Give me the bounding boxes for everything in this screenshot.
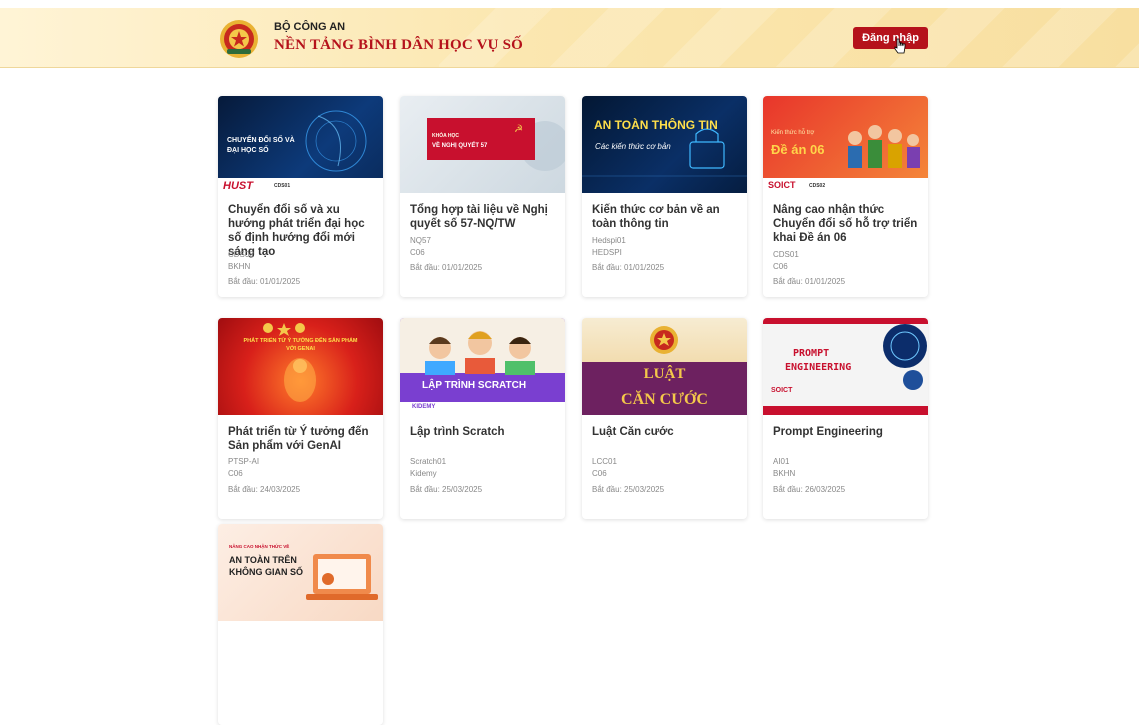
- platform-name[interactable]: NỀN TẢNG BÌNH DÂN HỌC VỤ SỐ: [274, 37, 523, 54]
- thumb-tag: CDS02: [809, 183, 826, 189]
- course-org: Kidemy: [410, 469, 437, 478]
- course-code: CDS02: [228, 250, 254, 259]
- course-thumbnail: PHÁT TRIỂN TỪ Ý TƯỞNG ĐẾN SẢN PHẨM VỚI G…: [218, 318, 383, 415]
- course-code: AI01: [773, 457, 790, 466]
- thumb-brand: SOICT: [771, 387, 793, 394]
- course-thumbnail: LẬP TRÌNH SCRATCH KIDEMY: [400, 318, 565, 415]
- police-emblem-logo[interactable]: [219, 19, 259, 59]
- thumb-brand: KIDEMY: [412, 404, 436, 410]
- course-org: C06: [592, 469, 607, 478]
- course-org: C06: [228, 469, 243, 478]
- thumb-brand: HUST: [223, 180, 253, 192]
- course-start-date: Bắt đầu: 24/03/2025: [228, 485, 301, 494]
- course-title[interactable]: Luật Căn cước: [592, 425, 740, 439]
- thumb-small: KHÓA HỌC: [432, 133, 460, 139]
- thumb-sub: VỚI GENAI: [286, 346, 315, 352]
- header-decoration: [439, 8, 1139, 67]
- course-start-date: Bắt đầu: 26/03/2025: [773, 485, 846, 494]
- course-start-date: Bắt đầu: 01/01/2025: [773, 277, 846, 286]
- org-name: BỘ CÔNG AN: [274, 21, 346, 33]
- course-thumbnail: AN TOÀN THÔNG TIN Các kiến thức cơ bản: [582, 96, 747, 193]
- course-thumbnail: Kiến thức hỗ trợ Đề án 06 SOICT CDS02: [763, 96, 928, 193]
- thumb-main: PHÁT TRIỂN TỪ Ý TƯỞNG ĐẾN SẢN PHẨM: [243, 338, 358, 344]
- thumb-main: AN TOÀN THÔNG TIN: [594, 118, 718, 132]
- thumb-brand: SOICT: [768, 180, 796, 190]
- thumb-tag: CDS01: [274, 183, 291, 189]
- course-card[interactable]: NÂNG CAO NHẬN THỨC VỀ AN TOÀN TRÊN KHÔNG…: [218, 524, 383, 725]
- course-title[interactable]: Kiến thức cơ bản về an toàn thông tin: [592, 203, 740, 231]
- thumb-main: LẬP TRÌNH SCRATCH: [422, 380, 527, 391]
- site-header: BỘ CÔNG AN NỀN TẢNG BÌNH DÂN HỌC VỤ SỐ Đ…: [0, 8, 1139, 68]
- course-code: NQ57: [410, 236, 431, 245]
- course-start-date: Bắt đầu: 01/01/2025: [410, 263, 483, 272]
- course-code: Hedspi01: [592, 236, 626, 245]
- thumb-main: VỀ NGHỊ QUYẾT 57: [432, 143, 488, 149]
- course-start-date: Bắt đầu: 01/01/2025: [228, 277, 301, 286]
- course-thumbnail: LUẬT CĂN CƯỚC: [582, 318, 747, 415]
- course-title[interactable]: Prompt Engineering: [773, 425, 921, 439]
- svg-text:☭: ☭: [514, 124, 523, 135]
- course-start-date: Bắt đầu: 01/01/2025: [592, 263, 665, 272]
- course-org: HEDSPI: [592, 248, 622, 257]
- thumb-small: Kiến thức hỗ trợ: [771, 130, 815, 136]
- course-card[interactable]: LẬP TRÌNH SCRATCH KIDEMY Lập trình Scrat…: [400, 318, 565, 519]
- thumb-line2: CĂN CƯỚC: [621, 391, 708, 408]
- course-card[interactable]: AN TOÀN THÔNG TIN Các kiến thức cơ bản K…: [582, 96, 747, 297]
- thumb-line2: KHÔNG GIAN SỐ: [229, 567, 304, 577]
- login-button[interactable]: Đăng nhập: [853, 27, 928, 49]
- course-card[interactable]: PHÁT TRIỂN TỪ Ý TƯỞNG ĐẾN SẢN PHẨM VỚI G…: [218, 318, 383, 519]
- thumb-line1: LUẬT: [643, 366, 686, 382]
- course-title[interactable]: Lập trình Scratch: [410, 425, 558, 439]
- thumb-main: Đề án 06: [771, 142, 825, 157]
- course-code: Scratch01: [410, 457, 447, 466]
- thumb-line1: AN TOÀN TRÊN: [229, 555, 297, 565]
- course-start-date: Bắt đầu: 25/03/2025: [592, 485, 665, 494]
- top-border: [0, 0, 1139, 8]
- course-start-date: Bắt đầu: 25/03/2025: [410, 485, 483, 494]
- course-code: PTSP-AI: [228, 457, 260, 466]
- thumb-sub: Các kiến thức cơ bản: [595, 142, 671, 151]
- course-title[interactable]: Nâng cao nhận thức Chuyển đổi số hỗ trợ …: [773, 203, 921, 245]
- thumb-small: NÂNG CAO NHẬN THỨC VỀ: [229, 544, 290, 549]
- course-org: BKHN: [228, 262, 251, 271]
- course-card[interactable]: ☭ KHÓA HỌC VỀ NGHỊ QUYẾT 57 Tổng hợp tài…: [400, 96, 565, 297]
- course-title[interactable]: Phát triển từ Ý tưởng đến Sản phẩm với G…: [228, 425, 376, 453]
- thumb-line2: ĐẠI HỌC SỐ: [227, 147, 269, 154]
- course-card[interactable]: CHUYỂN ĐỔI SỐ VÀ ĐẠI HỌC SỐ HUST CDS01 C…: [218, 96, 383, 297]
- course-org: BKHN: [773, 469, 796, 478]
- course-org: C06: [773, 262, 788, 271]
- course-code: LCC01: [592, 457, 617, 466]
- thumb-line1: CHUYỂN ĐỔI SỐ VÀ: [227, 137, 295, 144]
- thumb-line1: PROMPT: [793, 348, 830, 359]
- course-thumbnail: NÂNG CAO NHẬN THỨC VỀ AN TOÀN TRÊN KHÔNG…: [218, 524, 383, 621]
- course-org: C06: [410, 248, 425, 257]
- course-title[interactable]: Tổng hợp tài liệu về Nghị quyết số 57-NQ…: [410, 203, 558, 231]
- course-thumbnail: ☭ KHÓA HỌC VỀ NGHỊ QUYẾT 57: [400, 96, 565, 193]
- course-card[interactable]: PROMPT ENGINEERING SOICT Prompt Engineer…: [763, 318, 928, 519]
- course-thumbnail: CHUYỂN ĐỔI SỐ VÀ ĐẠI HỌC SỐ HUST CDS01: [218, 96, 383, 193]
- thumb-line2: ENGINEERING: [785, 362, 852, 373]
- course-card[interactable]: LUẬT CĂN CƯỚC Luật Căn cước LCC01 C06 Bắ…: [582, 318, 747, 519]
- course-thumbnail: PROMPT ENGINEERING SOICT: [763, 318, 928, 415]
- course-card[interactable]: Kiến thức hỗ trợ Đề án 06 SOICT CDS02 Nâ…: [763, 96, 928, 297]
- course-code: CDS01: [773, 250, 799, 259]
- mouse-cursor-icon: [894, 38, 906, 54]
